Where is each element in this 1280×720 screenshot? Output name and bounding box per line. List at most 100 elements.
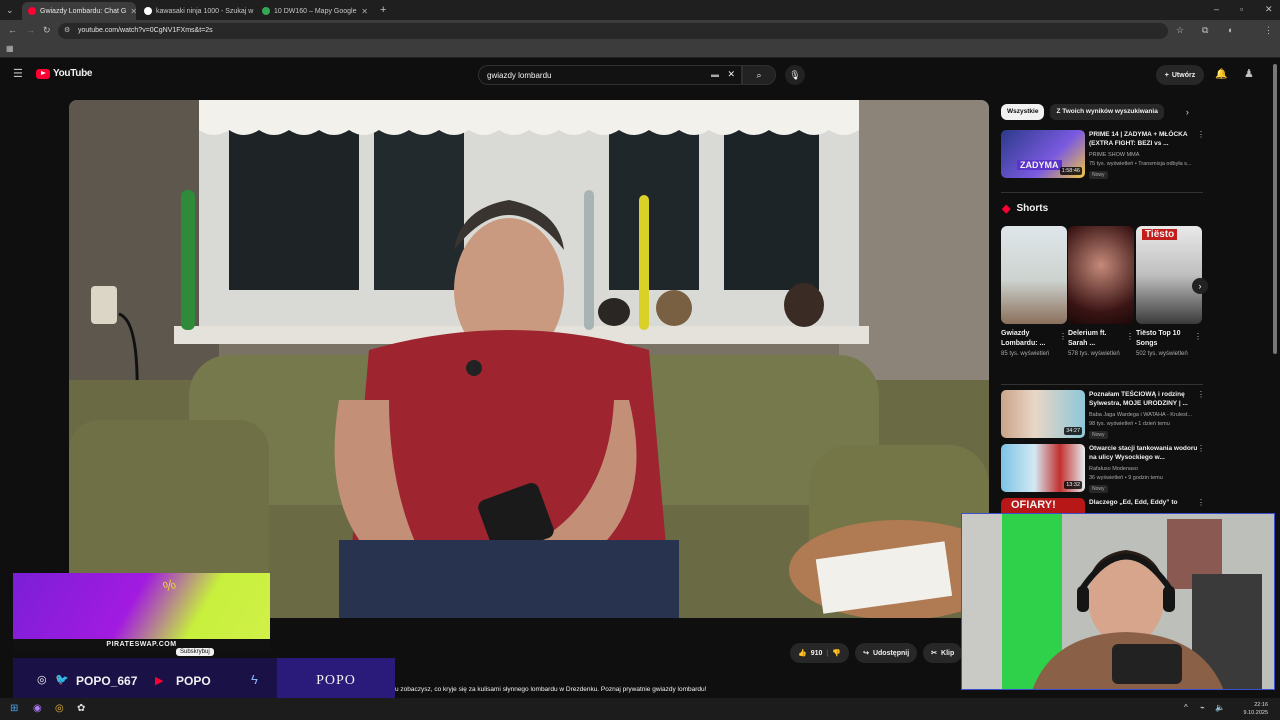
tab-title: Gwiazdy Lombardu: Chat G [40,7,127,15]
back-icon[interactable]: ← [8,26,17,35]
extensions-icon[interactable]: ⧉ [1202,26,1208,35]
close-tab-icon[interactable]: ✕ [361,7,368,16]
bookmark-star-icon[interactable]: ☆ [1176,26,1184,35]
url-field[interactable]: ⚙ youtube.com/watch?v=0CgNV1FXms&t=2s [58,23,1168,39]
hamburger-menu-icon[interactable]: ☰ [13,69,23,80]
tab-title: kawasaki ninja 1000 - Szukaj w [156,7,254,15]
app-icon[interactable]: ✿ [77,703,85,714]
promo-site: PIRATESWAP.COM [13,639,270,651]
shorts-header: ◆ Shorts [1002,202,1048,215]
tab-list-icon[interactable]: ⌄ [6,6,14,15]
tab-youtube[interactable]: Gwiazdy Lombardu: Chat G ✕ [22,2,136,20]
search-button[interactable]: ⌕ [742,65,776,85]
youtube-name: POPO [176,674,211,688]
video-actions: 👍 910 | 👎 ↪ Udostępnij ✂ Klip [790,643,963,663]
short-item[interactable]: Tiësto Tiësto Top 10 Songs 502 tys. wyśw… [1136,226,1202,359]
thumbs-down-icon[interactable]: 👎 [832,649,841,657]
reload-icon[interactable]: ↻ [43,26,51,35]
tab-search[interactable]: kawasaki ninja 1000 - Szukaj w ✕ [138,2,254,20]
volume-icon[interactable]: 🔈 [1215,703,1225,712]
create-button[interactable]: + Utwórz [1156,65,1204,85]
coin-icon: % [160,575,178,595]
chip-all[interactable]: Wszystkie [1001,104,1045,120]
like-button[interactable]: 👍 910 | 👎 [790,643,850,663]
close-window-icon[interactable]: ✕ [1265,5,1273,14]
more-options-icon[interactable]: ⋮ [1126,332,1134,341]
subscribe-button[interactable]: Subskrybuj [176,648,214,656]
microphone-icon: 🎙 [789,70,801,80]
chrome-icon[interactable]: ◎ [55,703,64,714]
more-options-icon[interactable]: ⋮ [1197,130,1205,139]
more-options-icon[interactable]: ⋮ [1197,444,1205,453]
browser-tab-strip: ⌄ Gwiazdy Lombardu: Chat G ✕ kawasaki ni… [0,0,1280,20]
short-thumbnail [1001,226,1067,324]
create-label: Utwórz [1171,71,1196,79]
video-description[interactable]: u zobaczysz, co kryje się za kulisami sł… [395,686,706,693]
new-badge: Nowy [1089,171,1108,179]
thumb-text: ZADYMA [1017,160,1062,170]
url-text: youtube.com/watch?v=0CgNV1FXms&t=2s [78,27,213,34]
scissors-icon: ✂ [931,650,938,657]
short-thumbnail: Tiësto [1136,226,1202,324]
browser-menu-icon[interactable]: ⋮ [1264,26,1273,35]
twitter-icon: 🐦 [55,674,69,686]
apps-grid-icon[interactable]: ▦ [6,45,14,53]
webcam-image [962,514,1274,689]
chevron-right-icon[interactable]: › [1186,104,1189,120]
duration-badge: 13:32 [1064,481,1082,489]
share-label: Udostępnij [872,649,910,657]
system-clock[interactable]: 22:16 9.10.2025 [1244,701,1268,717]
channel-name: PRIME SHOW MMA [1089,152,1140,158]
new-tab-button[interactable]: + [380,5,386,16]
short-item[interactable]: Gwiazdy Lombardu: ... 85 tys. wyświetleń… [1001,226,1067,359]
thumb-text: OFIARY! [1011,499,1056,511]
notifications-bell-icon[interactable]: 🔔 [1215,70,1227,80]
minimize-icon[interactable]: – [1214,5,1219,14]
account-avatar[interactable]: ♟ [1244,69,1254,80]
more-options-icon[interactable]: ⋮ [1194,332,1202,341]
channel-name: Baba Jaga Wardega i WATAHA - Krulest... [1089,412,1193,418]
recommended-video[interactable]: 34:27 Poznałam TEŚCIOWĄ i rodzinę Sylwes… [1001,390,1211,440]
maximize-icon[interactable]: ▫ [1240,5,1243,14]
site-info-icon[interactable]: ⚙ [64,27,70,34]
windows-start-icon[interactable]: ⊞ [10,703,18,714]
windows-taskbar: ⊞ ◉ ◎ ✿ ^ ⌁ 🔈 22:16 9.10.2025 [0,698,1280,720]
more-options-icon[interactable]: ⋮ [1197,498,1205,507]
more-options-icon[interactable]: ⋮ [1059,332,1067,341]
share-icon: ↪ [863,650,869,657]
divider [1001,384,1203,385]
network-icon[interactable]: ⌁ [1200,703,1205,712]
like-count: 910 [810,649,823,657]
tray-arrow-icon[interactable]: ^ [1184,703,1188,712]
recommended-video[interactable]: 13:32 Otwarcie stacji tankowania wodoru … [1001,444,1211,494]
more-options-icon[interactable]: ⋮ [1197,390,1205,399]
youtube-logo[interactable]: YouTube [36,68,93,79]
keyboard-icon[interactable]: ▬ [711,70,719,79]
app-icon[interactable]: ◉ [33,703,42,714]
forward-icon[interactable]: → [26,26,35,35]
clip-button[interactable]: ✂ Klip [923,643,963,663]
instagram-icon: ◎ [37,674,47,686]
voice-search-button[interactable]: 🎙 [785,65,805,85]
clear-search-icon[interactable]: ✕ [727,69,735,80]
video-player[interactable] [69,100,989,618]
filter-chips: Wszystkie Z Twoich wyników wyszukiwania … [1001,104,1189,120]
video-frame-image [69,100,989,618]
thumbs-up-icon: 👍 [798,650,807,657]
recommended-video[interactable]: ZADYMA 1:58:46 PRIME 14 | ZADYMA + MŁÓCK… [1001,130,1211,180]
short-item[interactable]: Delerium ft. Sarah ... 578 tys. wyświetl… [1068,226,1134,359]
youtube-favicon-icon [28,7,36,15]
bookmarks-bar: ▦ [0,42,1280,58]
video-meta: 36 wyświetleń • 9 godzin temu [1089,475,1163,481]
chip-from-search[interactable]: Z Twoich wyników wyszukiwania [1050,104,1164,120]
scrollbar-thumb[interactable] [1273,64,1277,354]
close-tab-icon[interactable]: ✕ [130,7,136,16]
webcam-overlay [961,513,1275,690]
tab-maps[interactable]: 10 DW160 – Mapy Google ✕ [256,2,374,20]
shorts-next-button[interactable]: › [1192,278,1208,294]
profile-icon[interactable]: ◐ [1228,26,1233,35]
short-title: Tiësto Top 10 Songs [1136,330,1181,347]
search-input[interactable]: gwiazdy lombardu ▬ ✕ [478,65,742,85]
share-button[interactable]: ↪ Udostępnij [855,643,918,663]
short-views: 578 tys. wyświetleń [1068,351,1120,357]
